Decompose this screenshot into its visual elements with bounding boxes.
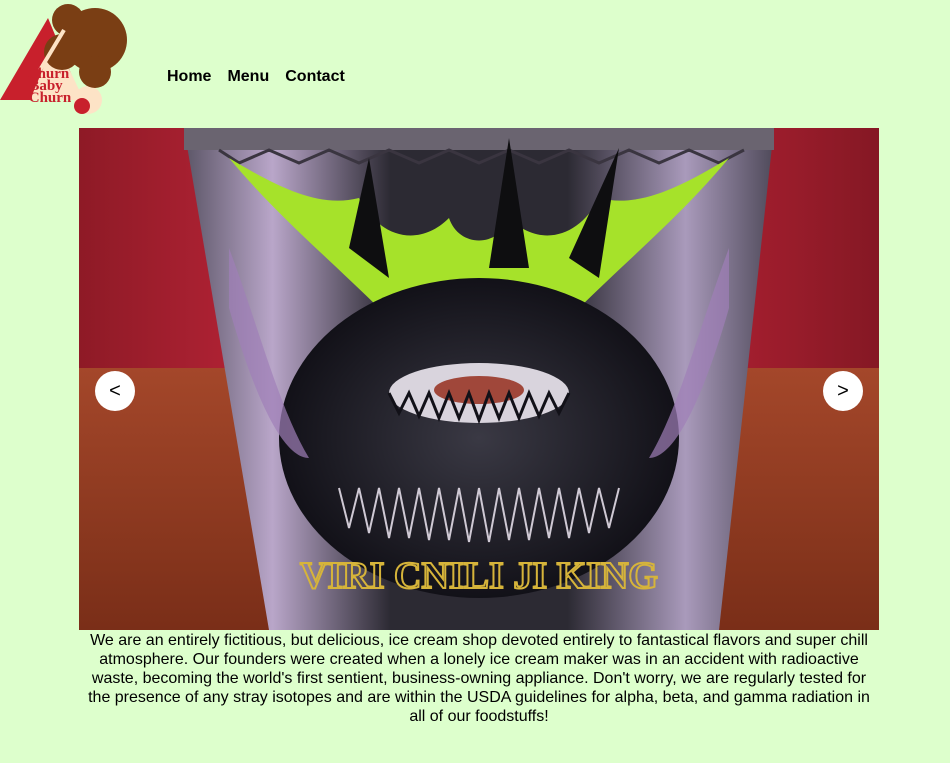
nav-link-contact[interactable]: Contact: [285, 68, 345, 86]
cup-lettering: VIRI CNILI JI KING: [300, 555, 658, 597]
nav-link-menu[interactable]: Menu: [227, 68, 269, 86]
brand-logo[interactable]: Churn Baby Churn: [0, 0, 130, 115]
carousel-slide-image: VIRI CNILI JI KING: [79, 128, 879, 630]
image-carousel: VIRI CNILI JI KING < >: [79, 128, 879, 630]
carousel-prev-button[interactable]: <: [95, 371, 135, 411]
main-nav: Home Menu Contact: [167, 68, 345, 86]
logo-text-line-3: Churn: [29, 90, 72, 106]
about-paragraph: We are an entirely fictitious, but delic…: [88, 632, 870, 725]
carousel-next-button[interactable]: >: [823, 371, 863, 411]
nav-link-home[interactable]: Home: [167, 68, 211, 86]
